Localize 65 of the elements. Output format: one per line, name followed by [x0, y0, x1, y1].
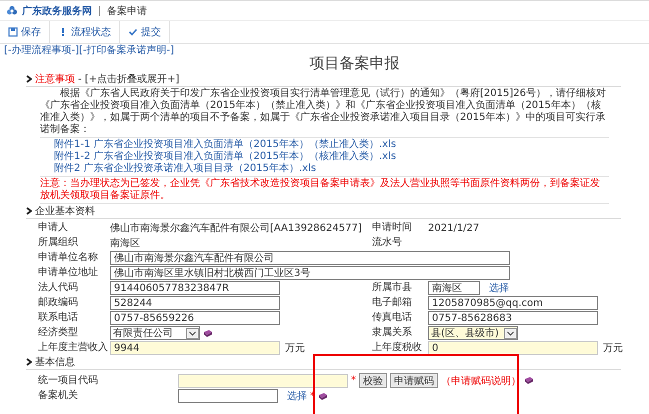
dropdown[interactable]: 有限责任公司	[110, 326, 200, 340]
book-icon	[318, 392, 328, 400]
flower-logo-icon	[6, 4, 18, 16]
field-label: 统一项目代码	[38, 374, 99, 388]
attachment-link[interactable]: 附件2 广东省企业投资承诺准入项目目录（2015年本）.xls	[54, 163, 609, 175]
select-link[interactable]: 选择	[287, 389, 307, 403]
input-field[interactable]: 0	[428, 341, 598, 355]
field-label: 所属组织	[38, 236, 79, 250]
field-label: 流水号	[372, 236, 403, 250]
field-label: 申请单位名称	[38, 251, 99, 265]
input-field[interactable]: 0757-85628683	[428, 311, 598, 325]
input-field[interactable]: 91440605778323847R	[110, 281, 280, 295]
help-link[interactable]: （申请赋码说明）	[441, 374, 521, 388]
unit-label: 万元	[603, 342, 623, 355]
input-field[interactable]: 0757-85659226	[110, 311, 280, 325]
form-button[interactable]: 校验	[359, 373, 387, 388]
notice-heading: 注意事项	[35, 72, 75, 86]
checkmark-icon	[128, 27, 138, 37]
chevron-icon	[26, 358, 32, 366]
input-field[interactable]: 1205870985@qq.com	[428, 296, 598, 310]
field-label: 所属市县	[372, 281, 413, 295]
field-value: 2021/1/27	[428, 222, 480, 234]
top-link[interactable]: [-办理流程事项-]	[4, 45, 80, 56]
required-mark: *	[351, 375, 356, 386]
field-label: 电子邮箱	[372, 296, 413, 310]
section-heading: 基本信息	[35, 356, 75, 369]
chevron-icon	[26, 207, 32, 215]
book-icon	[524, 376, 534, 385]
field-label: 上年度税收	[372, 341, 423, 355]
site-name: 广东政务服务网	[22, 4, 92, 18]
input-field[interactable]	[178, 374, 348, 388]
attachment-link[interactable]: 附件1-1 广东省企业投资项目准入负面清单（2015年本）（禁止准入类）.xls	[54, 139, 609, 151]
field-label: 申请时间	[372, 221, 413, 235]
book-icon	[203, 328, 213, 338]
top-link[interactable]: [-打印备案承诺声明-]	[79, 45, 174, 56]
field-label: 邮政编码	[38, 296, 79, 310]
unit-label: 万元	[285, 342, 305, 355]
toggle-link[interactable]: - [+点击折叠或展开+]	[78, 72, 180, 86]
select-link[interactable]: 选择	[489, 281, 509, 295]
field-label: 经济类型	[38, 326, 79, 340]
input-field[interactable]	[178, 389, 278, 403]
field-label: 法人代码	[38, 281, 79, 295]
field-value: 南海区	[110, 236, 140, 250]
field-label: 隶属关系	[372, 326, 413, 340]
field-value: 佛山市南海景尔鑫汽车配件有限公司[AA13928624577]	[110, 222, 362, 235]
input-field[interactable]: 南海区	[428, 281, 480, 295]
input-field[interactable]: 528244	[110, 296, 280, 310]
field-label: 申请人	[38, 221, 69, 235]
field-label: 备案机关	[38, 389, 79, 403]
input-field[interactable]: 9944	[110, 341, 280, 355]
input-field[interactable]: 佛山市南海景尔鑫汽车配件有限公司	[110, 251, 510, 265]
warning-text: 注意：当办理状态为已签发，企业凭《广东省技术改造投资项目备案申请表》及法人营业执照等书面原件资料两份，到备案证发放机关领取项目备案证原件。	[40, 178, 601, 202]
section-heading: 企业基本资料	[35, 204, 95, 218]
input-field[interactable]: 佛山市南海区里水镇旧村北横西门工业区3号	[110, 266, 510, 280]
field-label: 申请单位地址	[38, 266, 99, 280]
notice-paragraph: 根据《广东省人民政府关于印发广东省企业投资项目实行清单管理意见（试行）的通知》（粤府[2015]26号），请仔细核对《广东省企业投资项目准入负面清单（2015年本）（禁止准入类）》和《广东省企业投资项目准入负面清单（2015年本）（核准准入类）》，如属于两个清单的项目不予备案，如属于《广东省企业投资承诺准入项目目录（2015年本）》中的项目可实行承诺制备案：	[40, 88, 607, 136]
field-label: 联系电话	[38, 311, 79, 325]
field-label: 上年度主营收入	[38, 341, 109, 355]
attachment-link[interactable]: 附件1-2 广东省企业投资项目准入负面清单（2015年本）（核准准入类）.xls	[54, 151, 609, 163]
page-name: 备案申请	[107, 4, 147, 18]
form-button[interactable]: 申请赋码	[390, 373, 438, 388]
field-label: 传真电话	[372, 311, 413, 325]
chevron-icon	[26, 75, 32, 83]
page-title: 项目备案申报	[308, 54, 400, 72]
dropdown[interactable]: 县(区、县级市)	[428, 326, 518, 340]
